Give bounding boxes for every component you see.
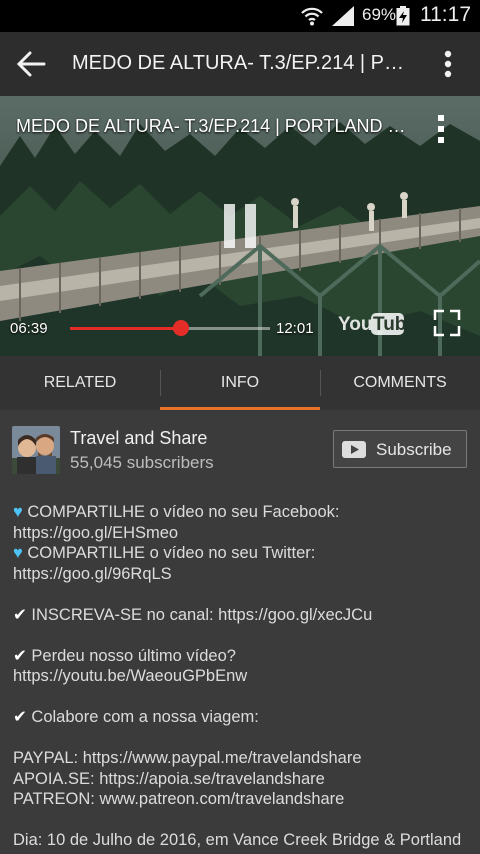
clock: 11:17	[420, 3, 471, 26]
description-text: INSCREVA-SE no canal: https://goo.gl/xec…	[26, 605, 373, 624]
description-text: Dia: 10 de Julho de 2016, em Vance Creek…	[13, 831, 462, 849]
description-line: APOIA.SE: https://apoia.se/travelandshar…	[13, 769, 469, 790]
description-line: ✔ Colabore com a nossa viagem:	[13, 707, 469, 728]
subscriber-count: 55,045 subscribers	[70, 453, 214, 472]
subscribe-button[interactable]: Subscribe	[333, 430, 467, 468]
tab-label: INFO	[220, 374, 260, 391]
signal-icon	[332, 6, 354, 26]
description-text: COMPARTILHE o vídeo no seu Twitter: http…	[13, 544, 316, 583]
wifi-icon	[301, 7, 323, 26]
current-time: 06:39	[10, 320, 48, 337]
seek-bar-progress	[70, 327, 181, 330]
description-text: Colabore com a nossa viagem:	[26, 708, 259, 726]
description-text: PAYPAL: https://www.paypal.me/travelands…	[13, 749, 362, 767]
description-line: ✔ INSCREVA-SE no canal: https://goo.gl/x…	[13, 605, 469, 626]
avatar-image	[12, 426, 60, 474]
youtube-logo: You Tube	[338, 313, 404, 335]
battery-percent: 69%	[362, 5, 397, 24]
blue-heart-icon: ♥	[13, 544, 23, 562]
video-description: ♥ COMPARTILHE o vídeo no seu Facebook: h…	[13, 502, 469, 851]
pause-icon[interactable]	[222, 204, 258, 248]
description-text: Perdeu nosso último vídeo? https://youtu…	[13, 646, 248, 686]
description-text: PATREON: www.patreon.com/travelandshare	[13, 790, 345, 808]
app-bar: MEDO DE ALTURA- T.3/EP.214 | PORTLAND | …	[0, 32, 480, 96]
youtube-play-icon	[342, 441, 366, 458]
more-options-icon[interactable]	[436, 48, 460, 80]
svg-text:You: You	[338, 314, 372, 335]
tab-related[interactable]: RELATED	[0, 356, 160, 410]
description-line: ✔ Perdeu nosso último vídeo? https://you…	[13, 646, 469, 687]
subscribe-label: Subscribe	[376, 440, 452, 459]
description-line: ♥ COMPARTILHE o vídeo no seu Twitter: ht…	[13, 543, 469, 584]
description-line: PAYPAL: https://www.paypal.me/travelands…	[13, 748, 469, 769]
tab-comments[interactable]: COMMENTS	[320, 356, 480, 410]
description-line: Dia: 10 de Julho de 2016, em Vance Creek…	[13, 830, 469, 851]
description-text: COMPARTILHE o vídeo no seu Facebook: htt…	[13, 503, 340, 542]
description-line: PATREON: www.patreon.com/travelandshare	[13, 789, 469, 810]
video-player[interactable]: MEDO DE ALTURA- T.3/EP.214 | PORTLAND | …	[0, 96, 480, 356]
channel-name[interactable]: Travel and Share	[70, 428, 207, 449]
status-bar: 69% 11:17	[0, 0, 480, 32]
video-duration: 12:01	[276, 320, 314, 337]
video-title-overlay: MEDO DE ALTURA- T.3/EP.214 | PORTLAND | …	[16, 116, 406, 136]
page-title: MEDO DE ALTURA- T.3/EP.214 | PORTLAND | …	[72, 52, 412, 74]
tab-label: COMMENTS	[353, 374, 447, 391]
tab-label: RELATED	[43, 374, 117, 391]
tab-info[interactable]: INFO	[160, 356, 320, 410]
svg-text:Tube: Tube	[373, 314, 404, 335]
tab-bar: RELATED INFO COMMENTS	[0, 356, 480, 410]
check-mark-icon: ✔	[13, 708, 27, 726]
video-more-options-icon[interactable]	[434, 114, 448, 144]
check-mark-icon: ✔	[13, 605, 27, 624]
description-text: APOIA.SE: https://apoia.se/travelandshar…	[13, 769, 325, 788]
battery-charging-icon	[396, 6, 410, 26]
back-arrow-icon[interactable]	[16, 50, 46, 78]
blue-heart-icon: ♥	[13, 503, 23, 521]
seek-bar[interactable]	[70, 320, 270, 336]
description-line: ♥ COMPARTILHE o vídeo no seu Facebook: h…	[13, 502, 469, 543]
channel-avatar[interactable]	[12, 426, 60, 474]
seek-thumb[interactable]	[172, 320, 189, 336]
channel-info: Travel and Share 55,045 subscribers Subs…	[0, 410, 480, 490]
check-mark-icon: ✔	[13, 646, 27, 665]
fullscreen-icon[interactable]	[432, 308, 462, 338]
